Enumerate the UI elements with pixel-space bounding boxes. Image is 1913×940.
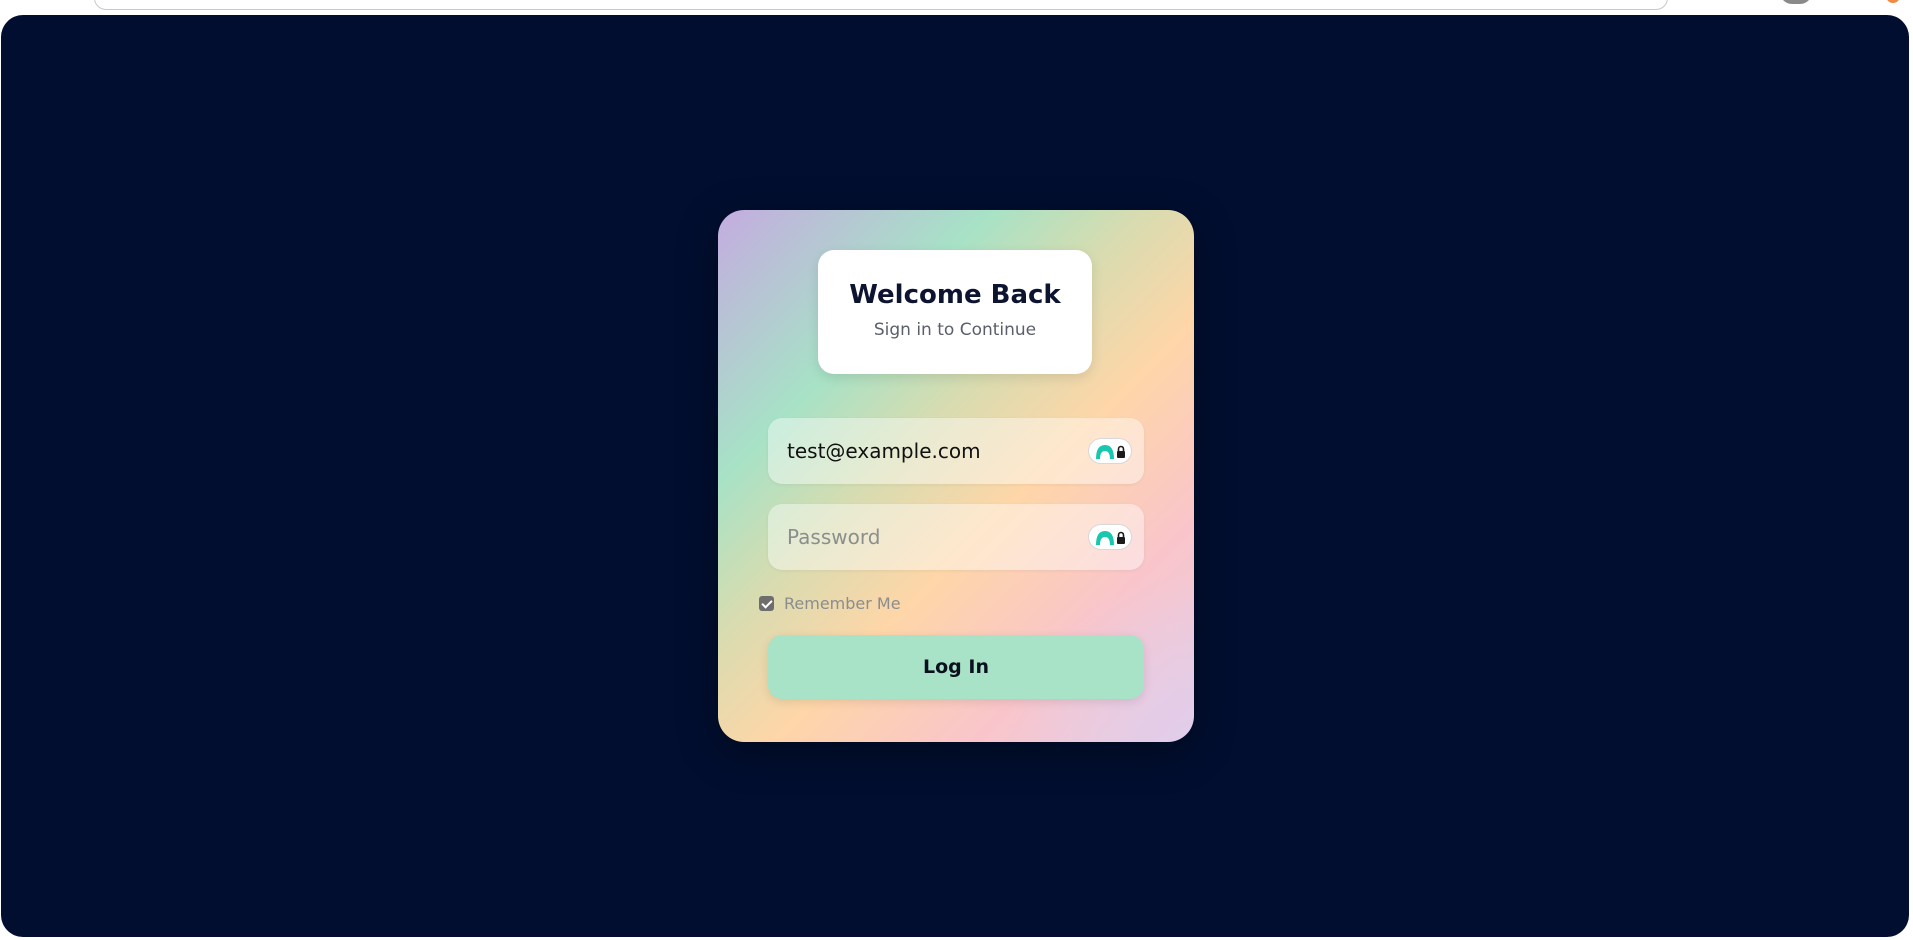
- page-subtitle: Sign in to Continue: [873, 320, 1037, 340]
- address-bar[interactable]: [94, 0, 1668, 10]
- login-button[interactable]: Log In: [768, 635, 1144, 699]
- profile-avatar[interactable]: [1780, 0, 1812, 4]
- header-box: Welcome Back Sign in to Continue: [818, 250, 1092, 374]
- extension-icon[interactable]: [1886, 0, 1900, 3]
- login-card: Welcome Back Sign in to Continue test@ex…: [718, 210, 1194, 742]
- password-manager-lock-icon[interactable]: [1088, 438, 1132, 464]
- page-viewport: Welcome Back Sign in to Continue test@ex…: [1, 15, 1909, 937]
- password-field: [768, 504, 1144, 570]
- password-manager-lock-icon[interactable]: [1088, 524, 1132, 550]
- browser-toolbar: [0, 0, 1913, 16]
- remember-me: Remember Me: [759, 592, 901, 614]
- remember-me-label[interactable]: Remember Me: [784, 594, 901, 613]
- email-field: [768, 418, 1144, 484]
- page-title: Welcome Back: [849, 280, 1061, 310]
- remember-me-checkbox[interactable]: [759, 595, 774, 611]
